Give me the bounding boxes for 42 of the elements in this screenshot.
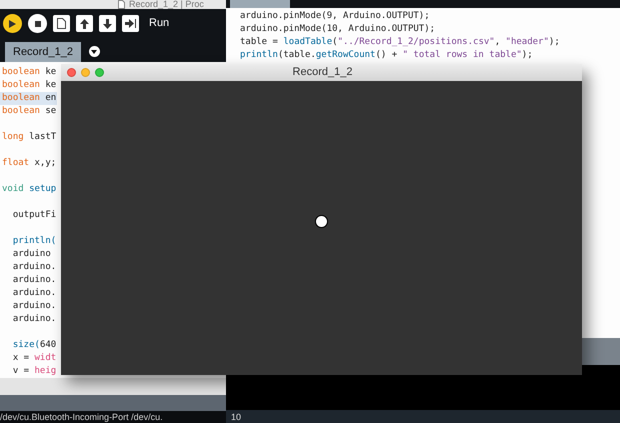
code-line: void setup xyxy=(1,183,58,196)
editor-tab[interactable]: Record_1_2 xyxy=(5,42,81,62)
code-line: arduino. xyxy=(12,300,58,313)
code-line: long lastT xyxy=(1,131,58,144)
code-line: arduino xyxy=(12,248,52,261)
window-title: Record_1_2 | Proc xyxy=(129,0,204,9)
console-status: /dev/cu.Bluetooth-Incoming-Port /dev/cu. xyxy=(0,412,163,422)
document-icon xyxy=(57,18,66,29)
open-button[interactable] xyxy=(76,15,93,32)
down-arrow-icon xyxy=(103,18,112,28)
code-line: boolean ke xyxy=(1,66,58,79)
code-line: boolean ke xyxy=(1,79,58,92)
save-button[interactable] xyxy=(99,15,116,32)
document-icon xyxy=(118,0,125,9)
code-line: arduino.pinMode(9, Arduino.OUTPUT); xyxy=(239,10,431,23)
stop-icon xyxy=(34,20,40,26)
code-line: println( xyxy=(12,235,58,248)
code-line: float x,y; xyxy=(1,157,58,170)
close-icon[interactable] xyxy=(67,68,76,77)
code-line: boolean se xyxy=(1,105,58,118)
stop-button[interactable] xyxy=(28,14,47,33)
code-line: arduino. xyxy=(12,287,58,300)
run-label: Run xyxy=(149,16,170,32)
window-title: Record_1_2 xyxy=(292,65,354,80)
dropdown-icon[interactable] xyxy=(88,46,100,57)
code-line: arduino. xyxy=(12,313,58,326)
code-line: println(table.getRowCount() + " total rows in table"); xyxy=(239,49,534,62)
code-line: v = heig xyxy=(12,365,58,378)
code-line: arduino. xyxy=(12,261,58,274)
play-button[interactable] xyxy=(3,14,22,33)
new-file-button[interactable] xyxy=(53,15,70,32)
play-icon xyxy=(9,20,16,28)
line-number: 10 xyxy=(231,412,242,422)
code-line: arduino.pinMode(10, Arduino.OUTPUT); xyxy=(239,23,436,36)
export-button[interactable] xyxy=(122,15,139,32)
up-arrow-icon xyxy=(80,18,89,28)
code-line: outputFi xyxy=(12,209,58,222)
right-arrow-icon xyxy=(125,19,136,28)
code-line: table = loadTable("../Record_1_2/positions.csv", "header"); xyxy=(239,36,561,49)
code-line: x = widt xyxy=(12,352,58,365)
code-line: size(640 xyxy=(12,339,58,352)
code-line: arduino. xyxy=(12,274,58,287)
